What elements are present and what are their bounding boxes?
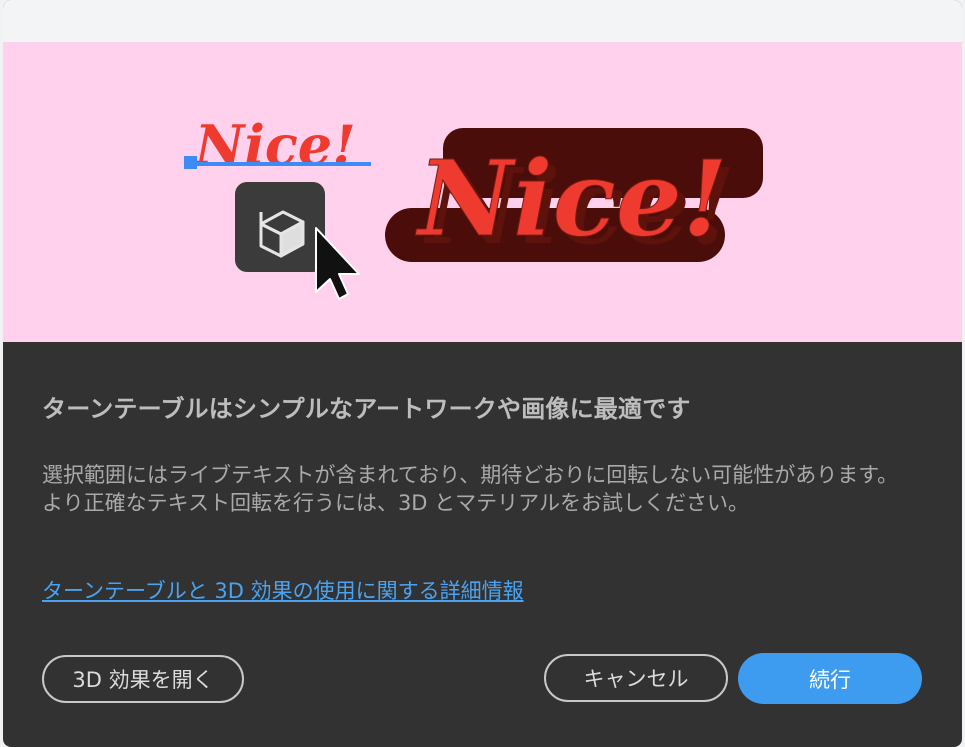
open-3d-effects-button[interactable]: 3D 効果を開く <box>42 655 244 703</box>
svg-text:Nice!: Nice! <box>415 137 728 260</box>
learn-more-link[interactable]: ターンテーブルと 3D 効果の使用に関する詳細情報 <box>42 575 524 605</box>
hero-artwork: Nice! Nice! Nice! <box>184 113 763 300</box>
small-nice-text: Nice! <box>193 113 356 177</box>
hero-illustration: Nice! Nice! Nice! <box>3 42 962 342</box>
cancel-button[interactable]: キャンセル <box>544 654 728 702</box>
turntable-dialog: Nice! Nice! Nice! ターンテーブルはシンプルなアートワークや画像… <box>3 0 962 747</box>
selection-handle <box>184 156 197 169</box>
dialog-top-strip <box>3 0 962 42</box>
large-3d-nice-text: Nice! Nice! <box>385 128 763 268</box>
continue-button[interactable]: 続行 <box>738 653 922 704</box>
dialog-message: 選択範囲にはライブテキストが含まれており、期待どおりに回転しない可能性があります… <box>42 463 899 515</box>
3d-cube-icon <box>235 182 325 272</box>
selection-baseline <box>189 162 371 166</box>
dialog-title: ターンテーブルはシンプルなアートワークや画像に最適です <box>42 395 691 423</box>
mouse-pointer-icon <box>315 227 360 300</box>
